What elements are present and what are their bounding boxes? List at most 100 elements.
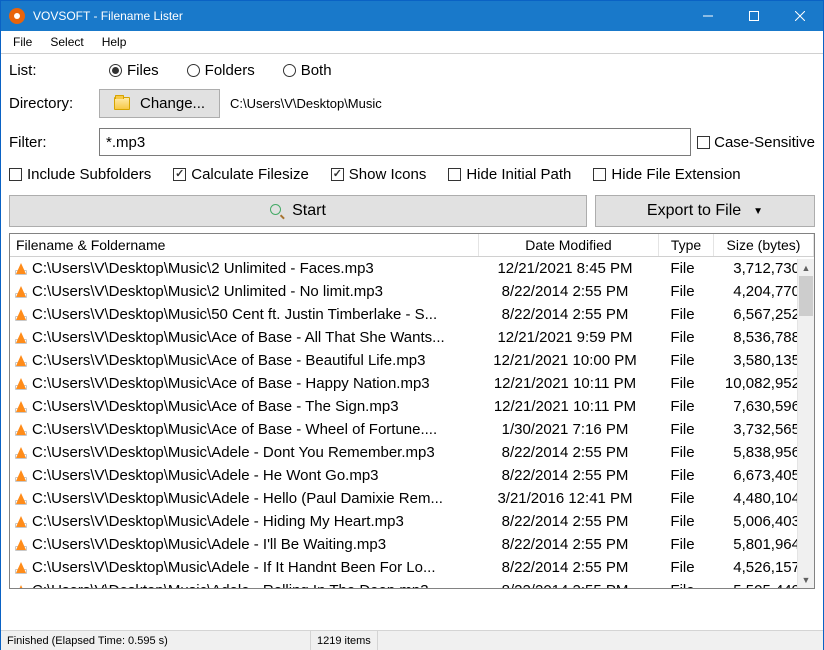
- table-row[interactable]: C:\Users\V\Desktop\Music\Adele - Hiding …: [10, 510, 814, 533]
- folder-icon: [114, 97, 130, 110]
- table-row[interactable]: C:\Users\V\Desktop\Music\Adele - Dont Yo…: [10, 441, 814, 464]
- file-icon: [14, 400, 28, 414]
- cell-size: 5,006,403: [710, 513, 810, 530]
- cell-filename: C:\Users\V\Desktop\Music\Adele - He Wont…: [32, 467, 379, 484]
- cell-filename: C:\Users\V\Desktop\Music\Adele - Hiding …: [32, 513, 404, 530]
- scrollbar-thumb[interactable]: [799, 276, 813, 316]
- cell-filename: C:\Users\V\Desktop\Music\50 Cent ft. Jus…: [32, 306, 437, 323]
- table-row[interactable]: C:\Users\V\Desktop\Music\Ace of Base - T…: [10, 395, 814, 418]
- table-row[interactable]: C:\Users\V\Desktop\Music\Ace of Base - B…: [10, 349, 814, 372]
- table-row[interactable]: C:\Users\V\Desktop\Music\Ace of Base - W…: [10, 418, 814, 441]
- cell-date-modified: 12/21/2021 9:59 PM: [475, 329, 655, 346]
- table-row[interactable]: C:\Users\V\Desktop\Music\Adele - He Wont…: [10, 464, 814, 487]
- cell-date-modified: 12/21/2021 10:11 PM: [475, 375, 655, 392]
- search-icon: [270, 204, 284, 218]
- window-title: VOVSOFT - Filename Lister: [33, 9, 685, 23]
- file-icon: [14, 331, 28, 345]
- cell-date-modified: 8/22/2014 2:55 PM: [475, 306, 655, 323]
- cell-type: File: [655, 444, 710, 461]
- cell-date-modified: 8/22/2014 2:55 PM: [475, 536, 655, 553]
- cell-date-modified: 3/21/2016 12:41 PM: [475, 490, 655, 507]
- filter-label: Filter:: [9, 134, 99, 151]
- include-subfolders-checkbox[interactable]: Include Subfolders: [9, 166, 151, 183]
- table-row[interactable]: C:\Users\V\Desktop\Music\Adele - I'll Be…: [10, 533, 814, 556]
- checkbox-icon: [173, 168, 186, 181]
- cell-filename: C:\Users\V\Desktop\Music\Adele - Rolling…: [32, 582, 429, 588]
- cell-filename: C:\Users\V\Desktop\Music\Adele - If It H…: [32, 559, 436, 576]
- table-row[interactable]: C:\Users\V\Desktop\Music\Ace of Base - H…: [10, 372, 814, 395]
- menu-select[interactable]: Select: [42, 32, 91, 52]
- titlebar[interactable]: VOVSOFT - Filename Lister: [1, 1, 823, 31]
- column-filename[interactable]: Filename & Foldername: [10, 234, 479, 256]
- cell-size: 7,630,596: [710, 398, 810, 415]
- filter-input[interactable]: [99, 128, 691, 156]
- change-directory-button[interactable]: Change...: [99, 89, 220, 118]
- calculate-filesize-checkbox[interactable]: Calculate Filesize: [173, 166, 309, 183]
- column-type[interactable]: Type: [659, 234, 714, 256]
- checkbox-icon: [697, 136, 710, 149]
- cell-size: 8,536,788: [710, 329, 810, 346]
- radio-both[interactable]: Both: [283, 62, 332, 79]
- column-size[interactable]: Size (bytes): [714, 234, 814, 256]
- scroll-up-icon[interactable]: ▲: [798, 259, 814, 276]
- cell-filename: C:\Users\V\Desktop\Music\2 Unlimited - F…: [32, 260, 374, 277]
- start-button[interactable]: Start: [9, 195, 587, 227]
- menubar: File Select Help: [1, 31, 823, 54]
- cell-size: 5,801,964: [710, 536, 810, 553]
- show-icons-checkbox[interactable]: Show Icons: [331, 166, 427, 183]
- file-icon: [14, 262, 28, 276]
- scroll-down-icon[interactable]: ▼: [798, 571, 814, 588]
- cell-size: 4,480,104: [710, 490, 810, 507]
- cell-date-modified: 8/22/2014 2:55 PM: [475, 444, 655, 461]
- cell-date-modified: 12/21/2021 8:45 PM: [475, 260, 655, 277]
- cell-type: File: [655, 306, 710, 323]
- cell-size: 10,082,952: [710, 375, 810, 392]
- cell-type: File: [655, 260, 710, 277]
- table-row[interactable]: C:\Users\V\Desktop\Music\Adele - If It H…: [10, 556, 814, 579]
- cell-size: 6,567,252: [710, 306, 810, 323]
- file-icon: [14, 377, 28, 391]
- radio-files[interactable]: Files: [109, 62, 159, 79]
- cell-type: File: [655, 329, 710, 346]
- cell-type: File: [655, 582, 710, 588]
- file-icon: [14, 423, 28, 437]
- cell-type: File: [655, 375, 710, 392]
- menu-file[interactable]: File: [5, 32, 40, 52]
- cell-size: 4,526,157: [710, 559, 810, 576]
- close-button[interactable]: [777, 1, 823, 31]
- radio-icon: [187, 64, 200, 77]
- checkbox-icon: [9, 168, 22, 181]
- menu-help[interactable]: Help: [94, 32, 135, 52]
- chevron-down-icon: ▼: [753, 206, 763, 217]
- cell-type: File: [655, 559, 710, 576]
- cell-date-modified: 8/22/2014 2:55 PM: [475, 283, 655, 300]
- checkbox-icon: [448, 168, 461, 181]
- cell-filename: C:\Users\V\Desktop\Music\Ace of Base - T…: [32, 398, 399, 415]
- export-to-file-button[interactable]: Export to File ▼: [595, 195, 815, 227]
- file-icon: [14, 354, 28, 368]
- file-icon: [14, 285, 28, 299]
- file-icon: [14, 492, 28, 506]
- cell-filename: C:\Users\V\Desktop\Music\Adele - Dont Yo…: [32, 444, 435, 461]
- table-row[interactable]: C:\Users\V\Desktop\Music\Adele - Rolling…: [10, 579, 814, 588]
- cell-size: 3,580,135: [710, 352, 810, 369]
- cell-type: File: [655, 536, 710, 553]
- case-sensitive-checkbox[interactable]: Case-Sensitive: [697, 134, 815, 151]
- file-icon: [14, 538, 28, 552]
- cell-type: File: [655, 467, 710, 484]
- cell-type: File: [655, 490, 710, 507]
- radio-folders[interactable]: Folders: [187, 62, 255, 79]
- hide-file-extension-checkbox[interactable]: Hide File Extension: [593, 166, 740, 183]
- minimize-button[interactable]: [685, 1, 731, 31]
- vertical-scrollbar[interactable]: ▲ ▼: [797, 259, 814, 588]
- table-row[interactable]: C:\Users\V\Desktop\Music\2 Unlimited - F…: [10, 257, 814, 280]
- table-row[interactable]: C:\Users\V\Desktop\Music\Adele - Hello (…: [10, 487, 814, 510]
- table-row[interactable]: C:\Users\V\Desktop\Music\Ace of Base - A…: [10, 326, 814, 349]
- table-row[interactable]: C:\Users\V\Desktop\Music\50 Cent ft. Jus…: [10, 303, 814, 326]
- table-row[interactable]: C:\Users\V\Desktop\Music\2 Unlimited - N…: [10, 280, 814, 303]
- cell-filename: C:\Users\V\Desktop\Music\Ace of Base - A…: [32, 329, 445, 346]
- hide-initial-path-checkbox[interactable]: Hide Initial Path: [448, 166, 571, 183]
- cell-type: File: [655, 352, 710, 369]
- column-date-modified[interactable]: Date Modified: [479, 234, 659, 256]
- maximize-button[interactable]: [731, 1, 777, 31]
